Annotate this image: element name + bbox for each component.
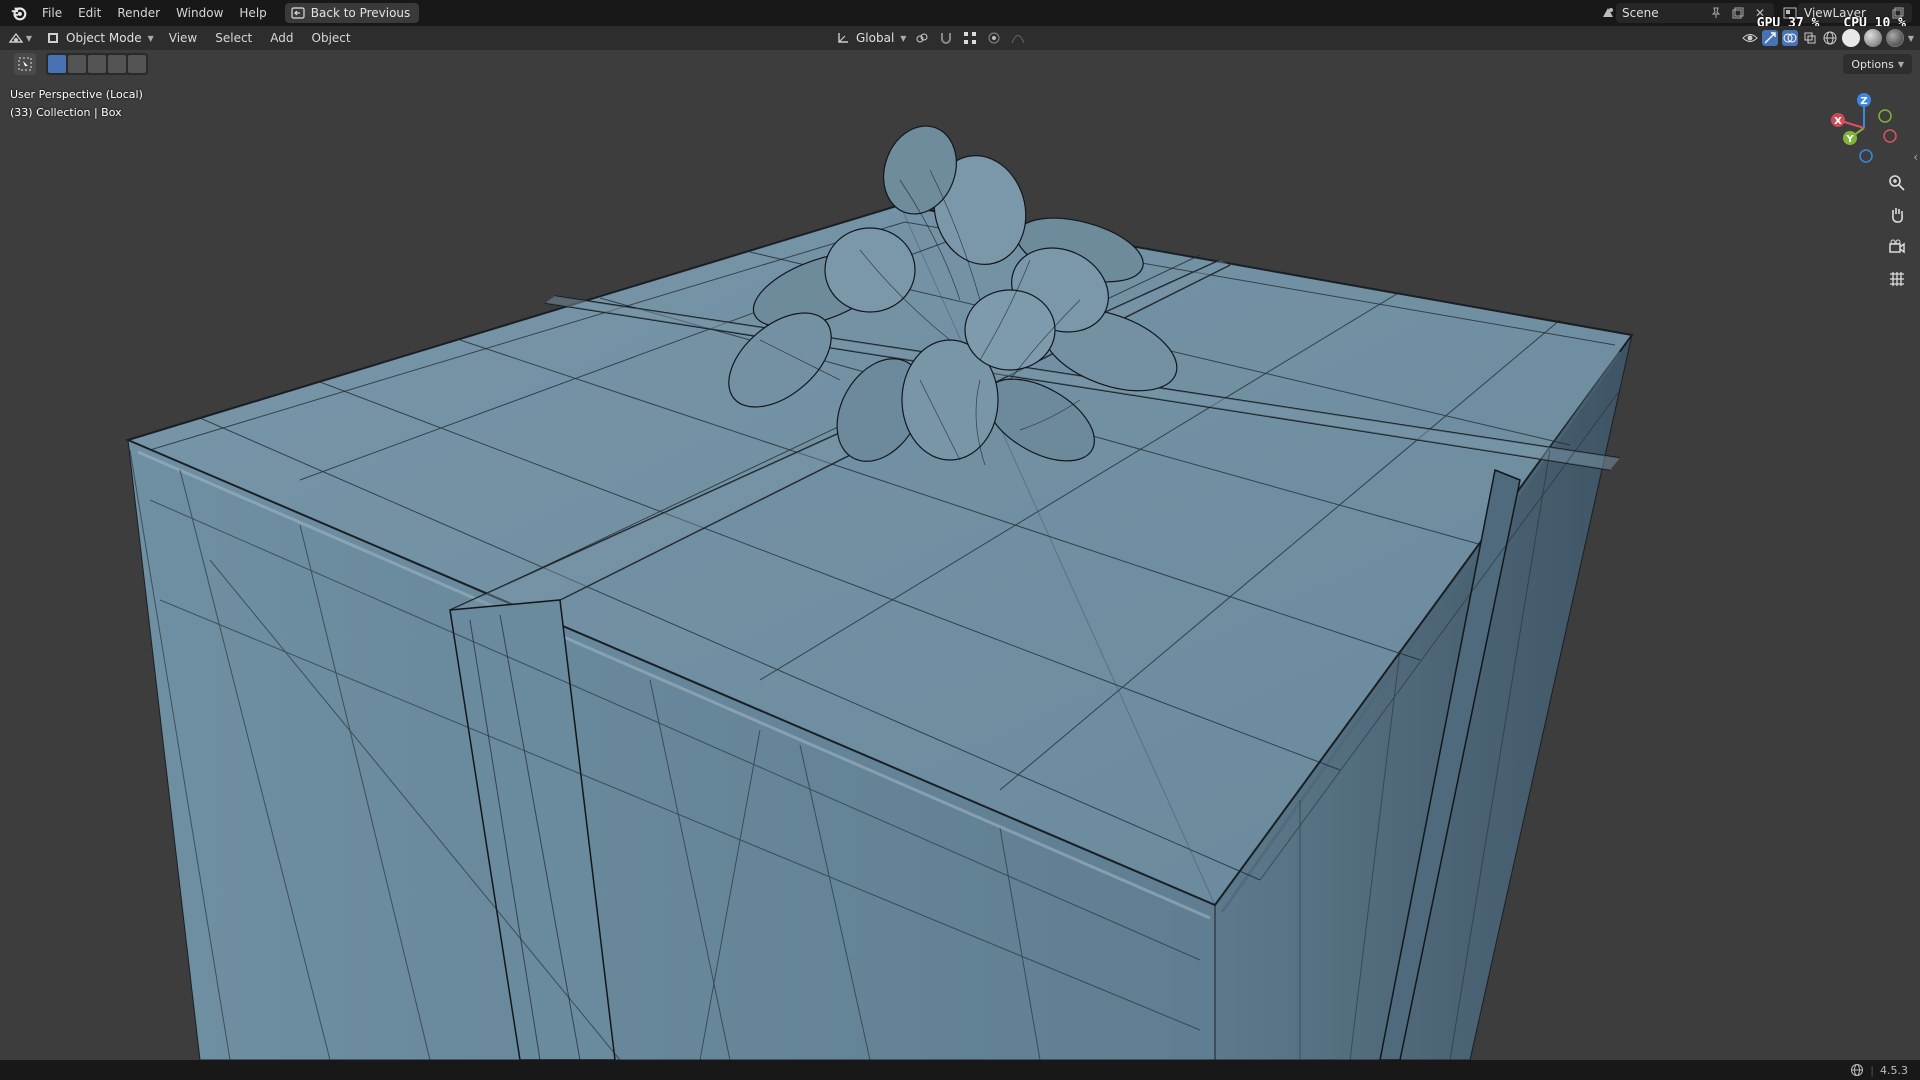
transform-orientation-dropdown[interactable]: Global ▼ — [836, 31, 906, 45]
chevron-down-icon: ▼ — [900, 33, 907, 43]
options-label: Options — [1851, 57, 1894, 71]
pivot-point-icon[interactable] — [914, 30, 930, 46]
object-mode-icon — [48, 33, 58, 43]
view-name: User Perspective (Local) — [10, 88, 143, 101]
scene-name[interactable]: Scene — [1622, 6, 1702, 20]
orientation-axes-icon — [838, 33, 848, 43]
chevron-down-icon: ▼ — [25, 33, 33, 43]
blender-logo-icon[interactable] — [10, 4, 28, 22]
viewport-display-controls: ▼ — [1742, 28, 1914, 48]
visibility-eye-icon[interactable] — [1742, 30, 1758, 46]
falloff-curve-icon[interactable] — [1010, 30, 1026, 46]
viewport-header: ▼ Object Mode ▼ View Select Add Object G… — [0, 26, 1920, 50]
3d-viewport-icon — [8, 32, 24, 43]
select-subtract-icon[interactable] — [88, 55, 106, 73]
scene-field[interactable]: Scene ✕ — [1616, 3, 1774, 23]
top-menu-bar: File Edit Render Window Help Back to Pre… — [0, 0, 1920, 31]
pan-hand-icon[interactable] — [1884, 202, 1910, 228]
rendered-shading-icon[interactable] — [1885, 29, 1904, 47]
camera-view-icon[interactable] — [1884, 234, 1910, 260]
menu-edit[interactable]: Edit — [70, 0, 109, 26]
editor-type-selector[interactable]: ▼ — [0, 30, 40, 46]
viewport-menu-select[interactable]: Select — [206, 31, 261, 45]
mode-label: Object Mode — [66, 31, 142, 45]
options-dropdown[interactable]: Options ▼ — [1843, 54, 1912, 74]
chevron-down-icon: ▼ — [1897, 59, 1904, 69]
viewport-menu-view[interactable]: View — [160, 31, 206, 45]
select-extend-icon[interactable] — [68, 55, 86, 73]
select-new-icon[interactable] — [48, 55, 66, 73]
screen-back-icon — [291, 7, 305, 19]
xray-toggle-icon[interactable] — [1802, 30, 1818, 46]
select-intersect-icon[interactable] — [128, 55, 146, 73]
menu-render[interactable]: Render — [109, 0, 168, 26]
mode-selector[interactable]: Object Mode ▼ — [40, 28, 160, 48]
divider: | — [1870, 1063, 1874, 1077]
blender-version: 4.5.3 — [1880, 1063, 1908, 1077]
select-tool-icon[interactable] — [14, 53, 36, 75]
viewport-menu-object[interactable]: Object — [303, 31, 360, 45]
chevron-down-icon: ▼ — [147, 33, 154, 43]
zoom-icon[interactable] — [1884, 170, 1910, 196]
viewport-menu-add[interactable]: Add — [261, 31, 302, 45]
transform-tools: Global ▼ — [836, 28, 1026, 48]
status-bar: | 4.5.3 — [0, 1060, 1920, 1080]
toolbar-collapse-arrow-icon[interactable]: ‹ — [1913, 150, 1918, 164]
snap-toggle-icon[interactable] — [938, 30, 954, 46]
new-scene-icon[interactable] — [1730, 5, 1746, 21]
navigation-gizmo[interactable]: Z Y X — [1830, 88, 1900, 168]
z-axis-label: Z — [1860, 96, 1867, 107]
chevron-down-icon[interactable]: ▼ — [1908, 34, 1914, 43]
3d-viewport[interactable]: ‹ — [0, 50, 1920, 1060]
blender-window: File Edit Render Window Help Back to Pre… — [0, 0, 1920, 1080]
neg-x-handle — [1883, 129, 1897, 143]
scene-selector-icon[interactable] — [1600, 5, 1616, 21]
back-to-previous-label: Back to Previous — [310, 6, 411, 20]
menu-window[interactable]: Window — [168, 0, 231, 26]
neg-z-handle — [1859, 149, 1873, 163]
back-to-previous-button[interactable]: Back to Previous — [284, 3, 420, 23]
pin-icon[interactable] — [1708, 5, 1724, 21]
viewport-info-overlay: User Perspective (Local) (33) Collection… — [10, 86, 143, 122]
material-preview-icon[interactable] — [1863, 29, 1882, 47]
perspective-toggle-icon[interactable] — [1884, 266, 1910, 292]
select-difference-icon[interactable] — [108, 55, 126, 73]
wireframe-shading-icon[interactable] — [1822, 30, 1838, 46]
gizmo-toggle-icon[interactable] — [1761, 30, 1778, 46]
network-globe-icon[interactable] — [1850, 1063, 1864, 1077]
neg-y-handle — [1878, 109, 1892, 123]
gift-box-mesh[interactable] — [0, 50, 1920, 1060]
menu-help[interactable]: Help — [231, 0, 274, 26]
y-axis-label: Y — [1845, 134, 1854, 145]
selection-mode-group — [46, 53, 148, 75]
menu-file[interactable]: File — [34, 0, 70, 26]
tool-settings-row: Options ▼ — [0, 50, 1920, 78]
navigation-buttons — [1884, 170, 1910, 292]
overlays-toggle-icon[interactable] — [1781, 30, 1798, 46]
collection-info: (33) Collection | Box — [10, 106, 122, 119]
solid-shading-icon[interactable] — [1841, 29, 1860, 47]
transform-orientation-label: Global — [856, 31, 895, 45]
x-axis-label: X — [1834, 116, 1842, 127]
proportional-editing-icon[interactable] — [986, 30, 1002, 46]
snap-increment-icon[interactable] — [962, 30, 978, 46]
